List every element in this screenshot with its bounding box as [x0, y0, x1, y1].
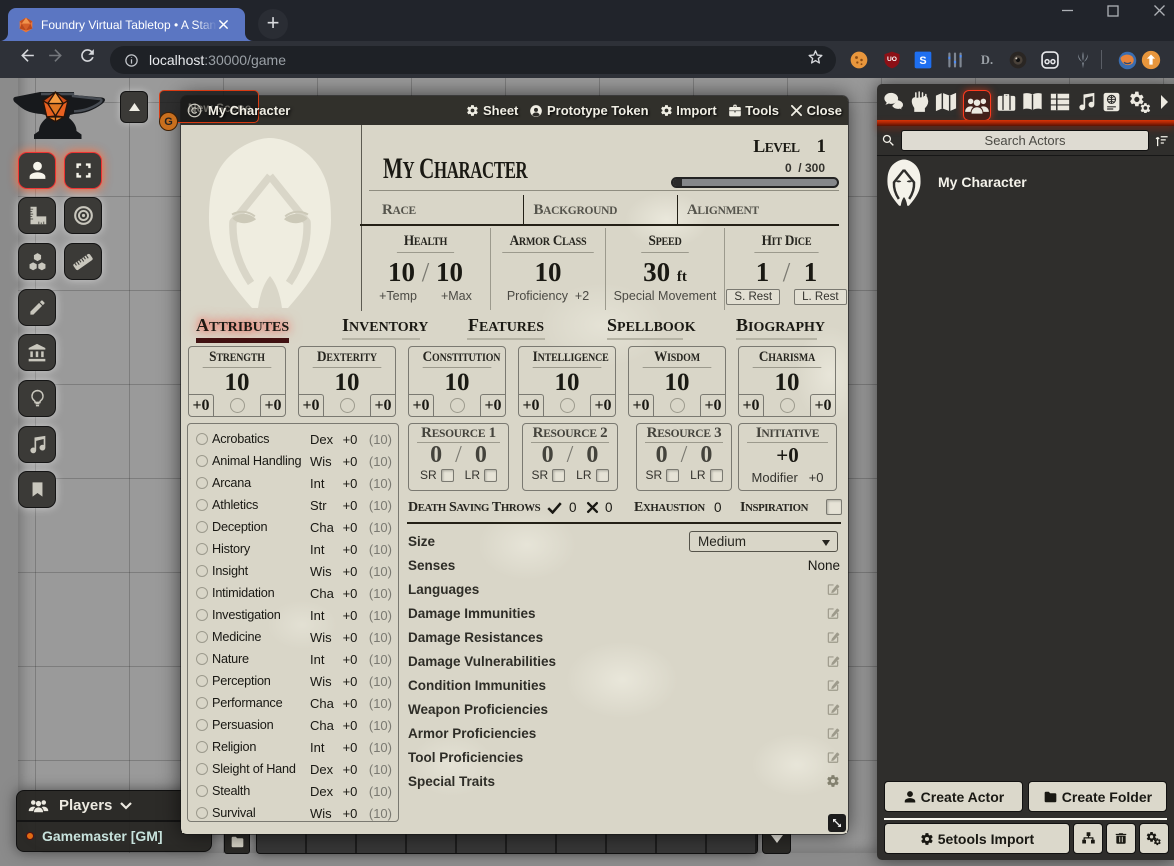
- svg-text:UO: UO: [887, 56, 897, 63]
- svg-text:D.: D.: [981, 53, 993, 67]
- svg-text:S: S: [919, 55, 926, 67]
